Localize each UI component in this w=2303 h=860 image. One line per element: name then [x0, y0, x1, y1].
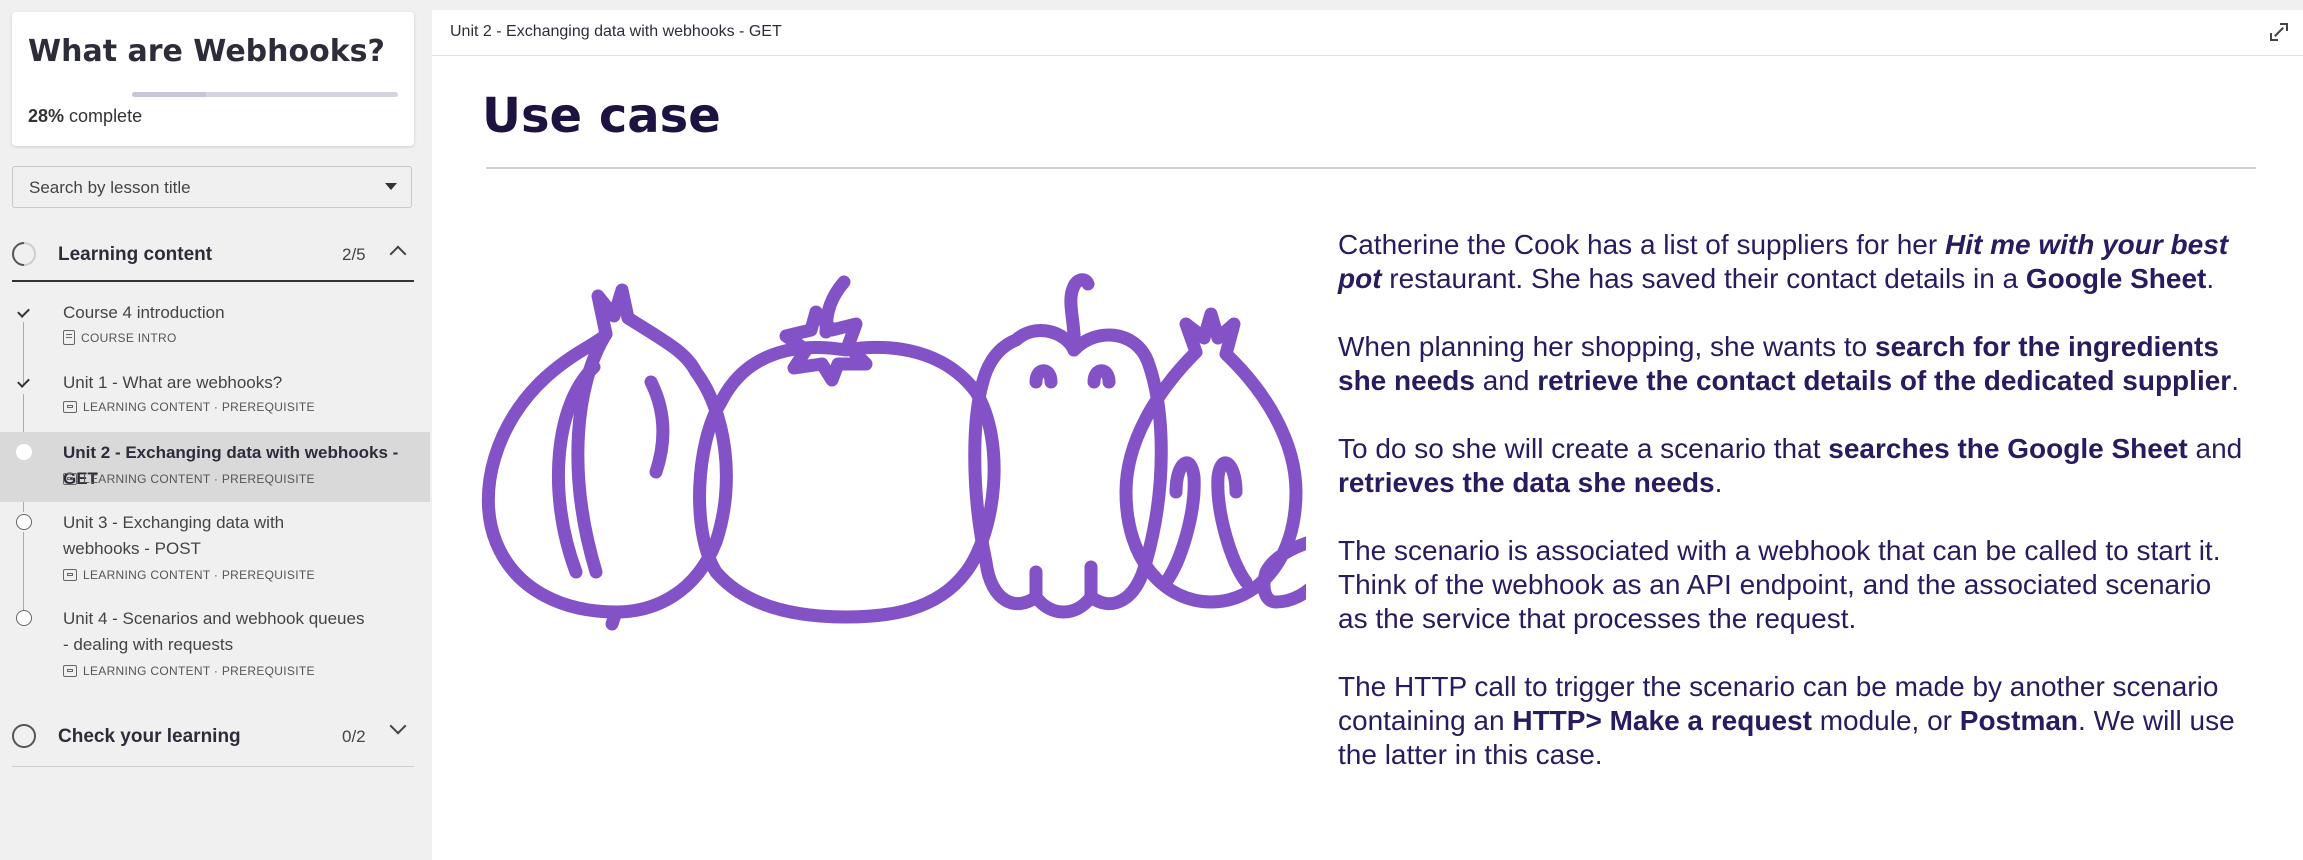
chevron-down-icon: [389, 717, 407, 735]
bold-text: HTTP> Make a request: [1512, 705, 1812, 736]
lesson-title: Unit 1 - What are webhooks?: [63, 373, 283, 392]
lesson-title: Unit 4 - Scenarios and webhook queues - …: [63, 609, 365, 654]
document-icon: [63, 330, 75, 345]
current-lesson-dot-icon: [16, 444, 32, 460]
text-run: and: [2187, 433, 2243, 464]
lesson-item[interactable]: Course 4 introduction COURSE INTRO: [0, 296, 430, 362]
caret-down-icon: [385, 183, 397, 190]
bold-text: retrieves the data she needs: [1338, 467, 1715, 498]
section-label: Check your learning: [58, 726, 241, 747]
lesson-item[interactable]: Unit 4 - Scenarios and webhook queues - …: [0, 604, 430, 696]
lesson-content-panel: Unit 2 - Exchanging data with webhooks -…: [432, 10, 2303, 860]
section-label: Learning content: [58, 244, 213, 265]
paragraph: The HTTP call to trigger the scenario ca…: [1338, 670, 2248, 772]
slides-icon: [63, 569, 77, 581]
text-run: The scenario is associated with a webhoo…: [1338, 535, 2221, 634]
paragraph: When planning her shopping, she wants to…: [1338, 330, 2248, 398]
course-sidebar: What are Webhooks? 28% complete Search b…: [0, 0, 430, 860]
course-progress-fill: [132, 92, 207, 97]
section-learning-content[interactable]: Learning content 2/5: [0, 226, 430, 286]
lesson-meta: LEARNING CONTENT · PREREQUISITE: [63, 400, 315, 414]
tomato-icon: [693, 275, 1001, 624]
course-header-card: What are Webhooks? 28% complete: [12, 12, 414, 146]
lesson-meta: LEARNING CONTENT · PREREQUISITE: [63, 664, 315, 678]
bold-text: Postman: [1959, 705, 2079, 736]
text-run: Catherine the Cook has a list of supplie…: [1338, 229, 1945, 260]
vegetables-illustration: [481, 273, 1306, 631]
section-count: 2/5: [342, 245, 366, 264]
text-run: .: [2206, 263, 2215, 294]
text-run: .: [1714, 467, 1723, 498]
lesson-search-select[interactable]: Search by lesson title: [12, 166, 412, 208]
paragraph: To do so she will create a scenario that…: [1338, 432, 2248, 500]
course-progress-bar: [132, 92, 398, 97]
title-divider: [486, 167, 2256, 169]
lesson-title: Unit 3 - Exchanging data with webhooks -…: [63, 513, 285, 558]
bold-text: Google Sheet: [2025, 263, 2207, 294]
bold-text: searches the Google Sheet: [1828, 433, 2188, 464]
lesson-breadcrumb: Unit 2 - Exchanging data with webhooks -…: [450, 23, 782, 40]
lesson-title: Course 4 introduction: [63, 303, 225, 322]
slides-icon: [63, 473, 77, 485]
paragraph: The scenario is associated with a webhoo…: [1338, 534, 2248, 636]
progress-ring-icon: [12, 242, 36, 266]
course-progress-text: 28% complete: [28, 106, 142, 127]
expand-icon[interactable]: [2269, 22, 2289, 42]
search-placeholder: Search by lesson title: [29, 178, 191, 197]
check-icon: [16, 374, 32, 390]
lesson-meta-text: COURSE INTRO: [81, 330, 177, 345]
lesson-status-circle-icon: [16, 610, 32, 626]
progress-suffix: complete: [69, 106, 143, 126]
lesson-item[interactable]: Unit 3 - Exchanging data with webhooks -…: [0, 506, 430, 598]
paragraph: Catherine the Cook has a list of supplie…: [1338, 228, 2248, 296]
lesson-meta-text: LEARNING CONTENT · PREREQUISITE: [83, 472, 315, 486]
slides-icon: [63, 401, 77, 413]
lesson-meta-text: LEARNING CONTENT · PREREQUISITE: [83, 568, 315, 582]
text-run: .: [2231, 365, 2239, 396]
progress-ring-icon: [12, 724, 36, 748]
check-icon: [16, 304, 32, 320]
text-run: When planning her shopping, she wants to: [1338, 331, 1876, 362]
section-count: 0/2: [342, 727, 366, 746]
onion-icon: [481, 283, 733, 631]
bold-text: retrieve the contact details of the dedi…: [1537, 365, 2232, 396]
text-run: To do so she will create a scenario that: [1338, 433, 1829, 464]
lesson-meta: LEARNING CONTENT · PREREQUISITE: [63, 472, 315, 486]
section-divider: [12, 766, 414, 767]
lesson-body-text: Catherine the Cook has a list of supplie…: [1338, 228, 2248, 806]
text-run: and: [1474, 365, 1538, 396]
lesson-meta-text: LEARNING CONTENT · PREREQUISITE: [83, 400, 315, 414]
progress-percent: 28%: [28, 106, 65, 126]
lesson-item-current[interactable]: Unit 2 - Exchanging data with webhooks -…: [0, 432, 430, 502]
lesson-header-bar: Unit 2 - Exchanging data with webhooks -…: [432, 10, 2303, 56]
lesson-meta-text: LEARNING CONTENT · PREREQUISITE: [83, 664, 315, 678]
page-title: Use case: [482, 88, 721, 144]
course-title: What are Webhooks?: [28, 34, 385, 69]
text-run: module, or: [1811, 705, 1960, 736]
lesson-meta: COURSE INTRO: [63, 330, 177, 345]
chevron-up-icon: [389, 245, 407, 263]
section-check-your-learning[interactable]: Check your learning 0/2: [0, 708, 430, 768]
lesson-item[interactable]: Unit 1 - What are webhooks? LEARNING CON…: [0, 366, 430, 432]
text-run: restaurant. She has saved their contact …: [1381, 263, 2026, 294]
lesson-meta: LEARNING CONTENT · PREREQUISITE: [63, 568, 315, 582]
slides-icon: [63, 665, 77, 677]
lesson-status-circle-icon: [16, 514, 32, 530]
section-divider: [12, 280, 414, 282]
